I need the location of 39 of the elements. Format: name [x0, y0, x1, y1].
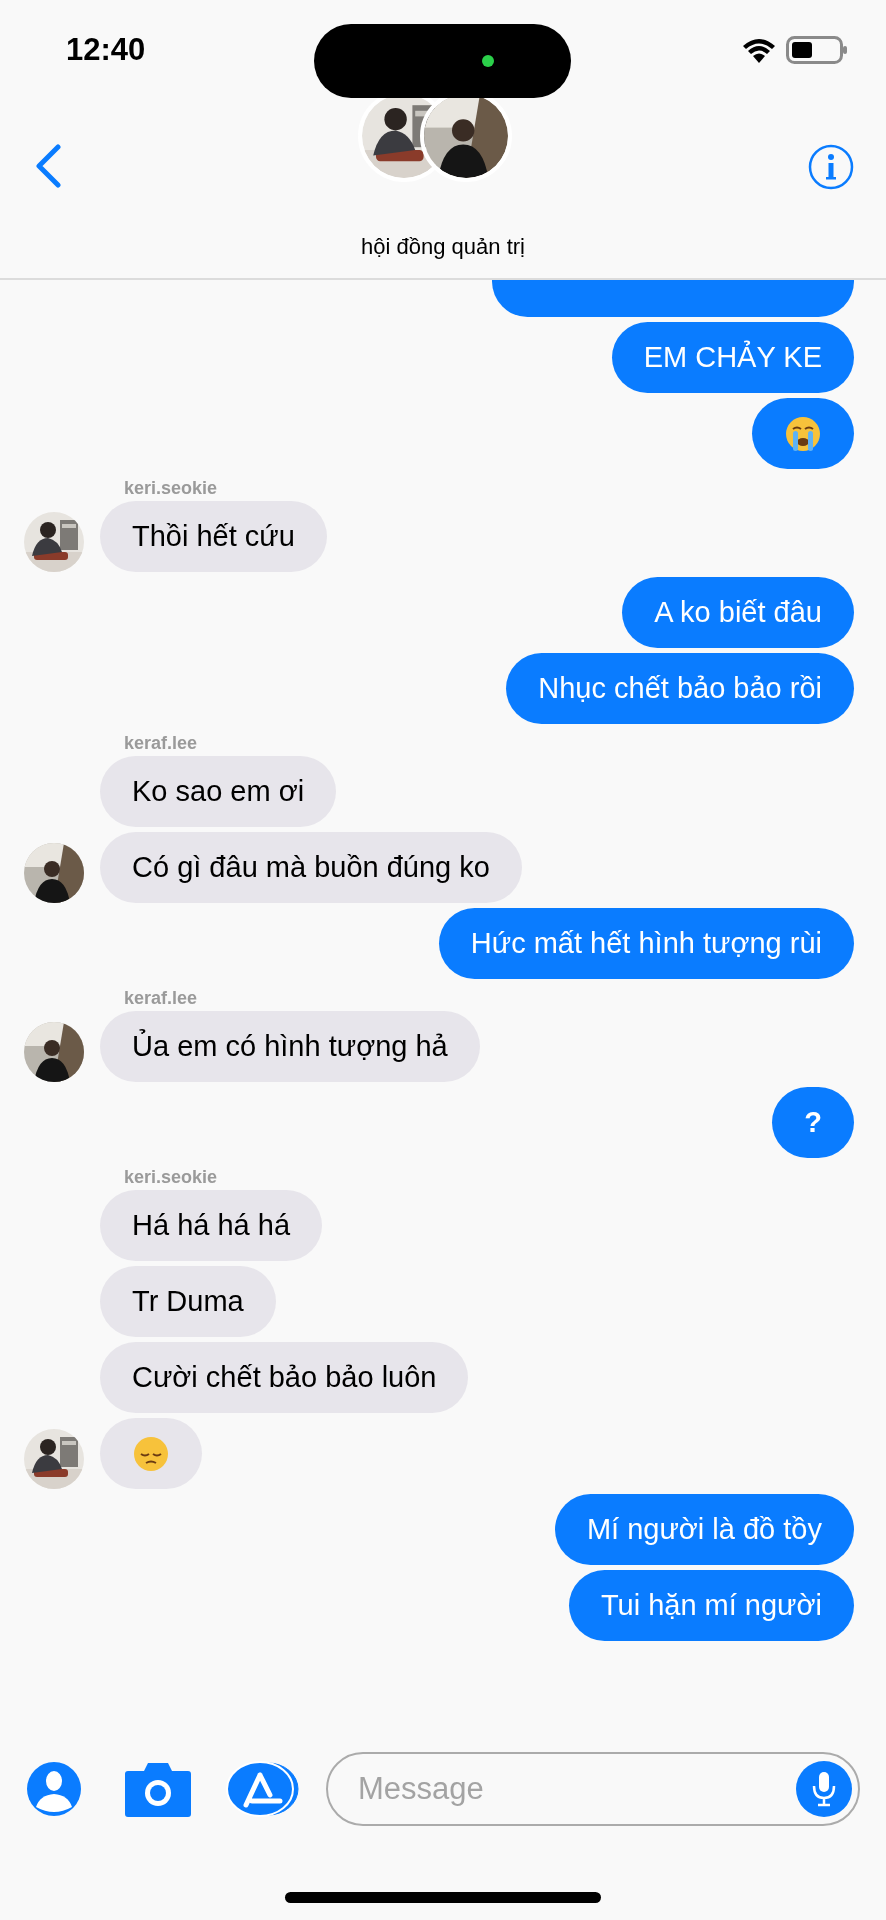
camera-indicator-icon — [482, 55, 494, 67]
chevron-left-icon — [34, 144, 62, 188]
message-bubble: Cười chết bảo bảo luôn — [100, 1342, 469, 1413]
message-bubble: A ko biết đâu — [622, 577, 854, 648]
message-bubble: Ủa em có hình tượng hả — [100, 1011, 480, 1082]
conversation-title: hội đồng quản trị — [360, 234, 526, 260]
microphone-icon — [811, 1771, 837, 1807]
sender-name: keraf.lee — [124, 733, 198, 754]
sender-name: keri.seokie — [124, 478, 218, 499]
person-icon — [26, 1761, 82, 1817]
message-bubble: Thồi hết cứu — [100, 501, 327, 572]
camera-icon — [124, 1761, 192, 1817]
message-bubble: Tui hặn mí người — [568, 1570, 854, 1641]
wifi-icon — [742, 37, 776, 63]
pensive-face-icon — [132, 1434, 170, 1473]
message-bubble: Mí người là đồ tồy — [554, 1494, 854, 1565]
apps-button[interactable] — [226, 1761, 300, 1817]
back-button[interactable] — [34, 144, 62, 188]
message-bubble: Há há há há — [100, 1190, 322, 1261]
message-bubble: Ko sao em ơi — [100, 756, 337, 827]
contact-button[interactable] — [26, 1761, 82, 1817]
message-bubble: EM CHẢY KE — [611, 322, 854, 393]
status-time: 12:40 — [66, 32, 146, 68]
message-bubble: Nhục chết bảo bảo rồi — [506, 653, 854, 724]
message-box[interactable]: Message — [326, 1752, 860, 1826]
message-bubble: ? — [772, 1087, 854, 1158]
camera-button[interactable] — [124, 1761, 192, 1817]
message-bubble: Hức mất hết hình tượng rùi — [438, 908, 854, 979]
sender-name: keraf.lee — [124, 988, 198, 1009]
message-bubble: Tr Duma — [100, 1266, 276, 1337]
crying-face-icon — [784, 414, 822, 453]
info-button[interactable] — [808, 144, 854, 190]
app-store-icon — [226, 1761, 300, 1817]
message-field[interactable]: Message — [356, 1770, 796, 1808]
sender-name: keri.seokie — [124, 1167, 218, 1188]
dictation-button[interactable] — [796, 1761, 852, 1817]
info-icon — [808, 144, 854, 190]
message-bubble: Có gì đâu mà buồn đúng ko — [100, 832, 522, 903]
battery-icon — [786, 36, 848, 64]
